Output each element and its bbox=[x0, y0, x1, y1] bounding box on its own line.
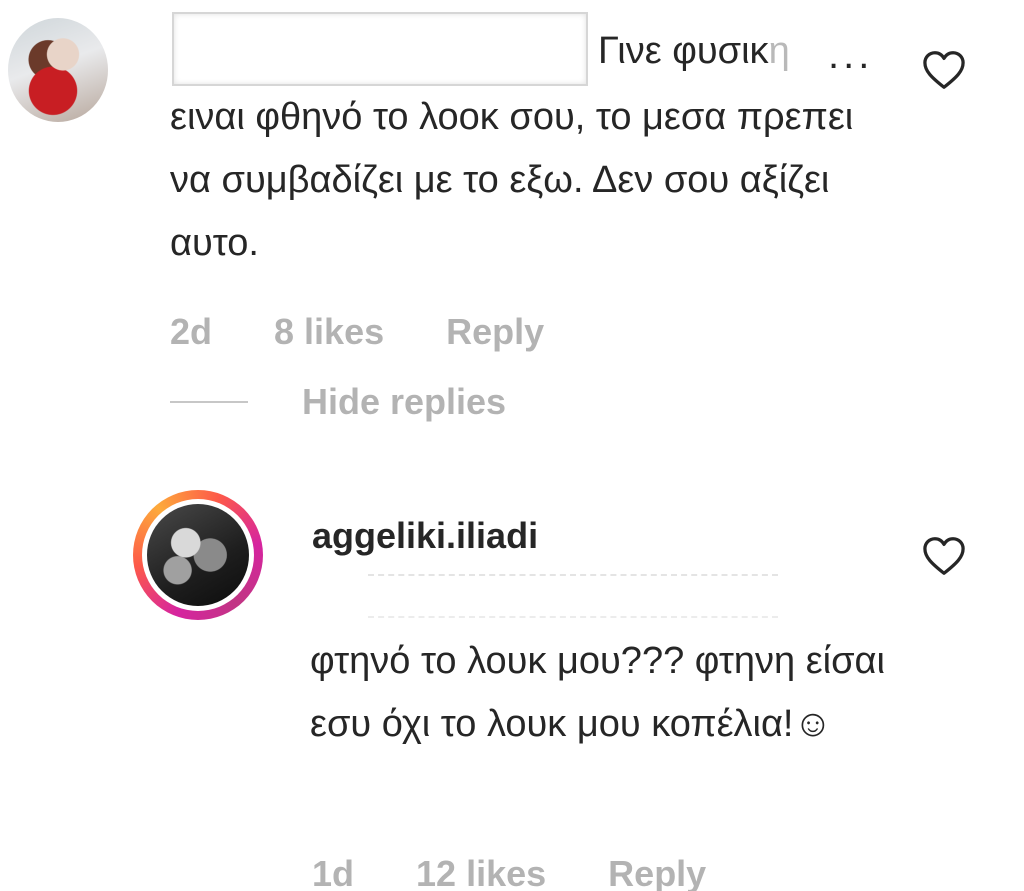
reply-likes[interactable]: 12 likes bbox=[416, 853, 546, 891]
comment-body: ειναι φθηνό το λοοκ σου, το μεσα πρεπει … bbox=[170, 96, 854, 264]
comments-thread: Γινε φυσικη ... ειναι φθηνό το λοοκ σου,… bbox=[0, 0, 1024, 891]
reply-time: 1d bbox=[312, 853, 355, 891]
comment-time: 2d bbox=[170, 311, 213, 352]
comment-likes[interactable]: 8 likes bbox=[274, 311, 384, 352]
heart-icon[interactable] bbox=[922, 50, 966, 90]
more-ellipsis[interactable]: ... bbox=[828, 30, 873, 80]
reply-avatar-image bbox=[147, 504, 249, 606]
comment-reply-button[interactable]: Reply bbox=[446, 311, 544, 352]
redacted-username bbox=[172, 12, 588, 86]
reply-avatar[interactable] bbox=[142, 499, 254, 611]
reply-username[interactable]: aggeliki.iliadi bbox=[312, 512, 538, 560]
comment-first-line: Γινε φυσικη bbox=[598, 26, 790, 76]
comment-first-line-fade: η bbox=[768, 30, 790, 72]
reply-body: φτηνό το λουκ μου??? φτηνη είσαι εσυ όχι… bbox=[310, 640, 885, 745]
reply-reply-button[interactable]: Reply bbox=[608, 853, 706, 891]
heart-icon[interactable] bbox=[922, 536, 966, 576]
comment-meta: 2d 8 likes Reply bbox=[170, 310, 596, 354]
commenter-avatar[interactable] bbox=[8, 18, 108, 122]
redacted-mention bbox=[368, 574, 778, 618]
comment-first-line-text: Γινε φυσικ bbox=[598, 30, 769, 72]
reply-meta: 1d 12 likes Reply bbox=[312, 852, 758, 891]
hide-replies-divider bbox=[170, 401, 248, 403]
hide-replies-button[interactable]: Hide replies bbox=[302, 380, 506, 424]
